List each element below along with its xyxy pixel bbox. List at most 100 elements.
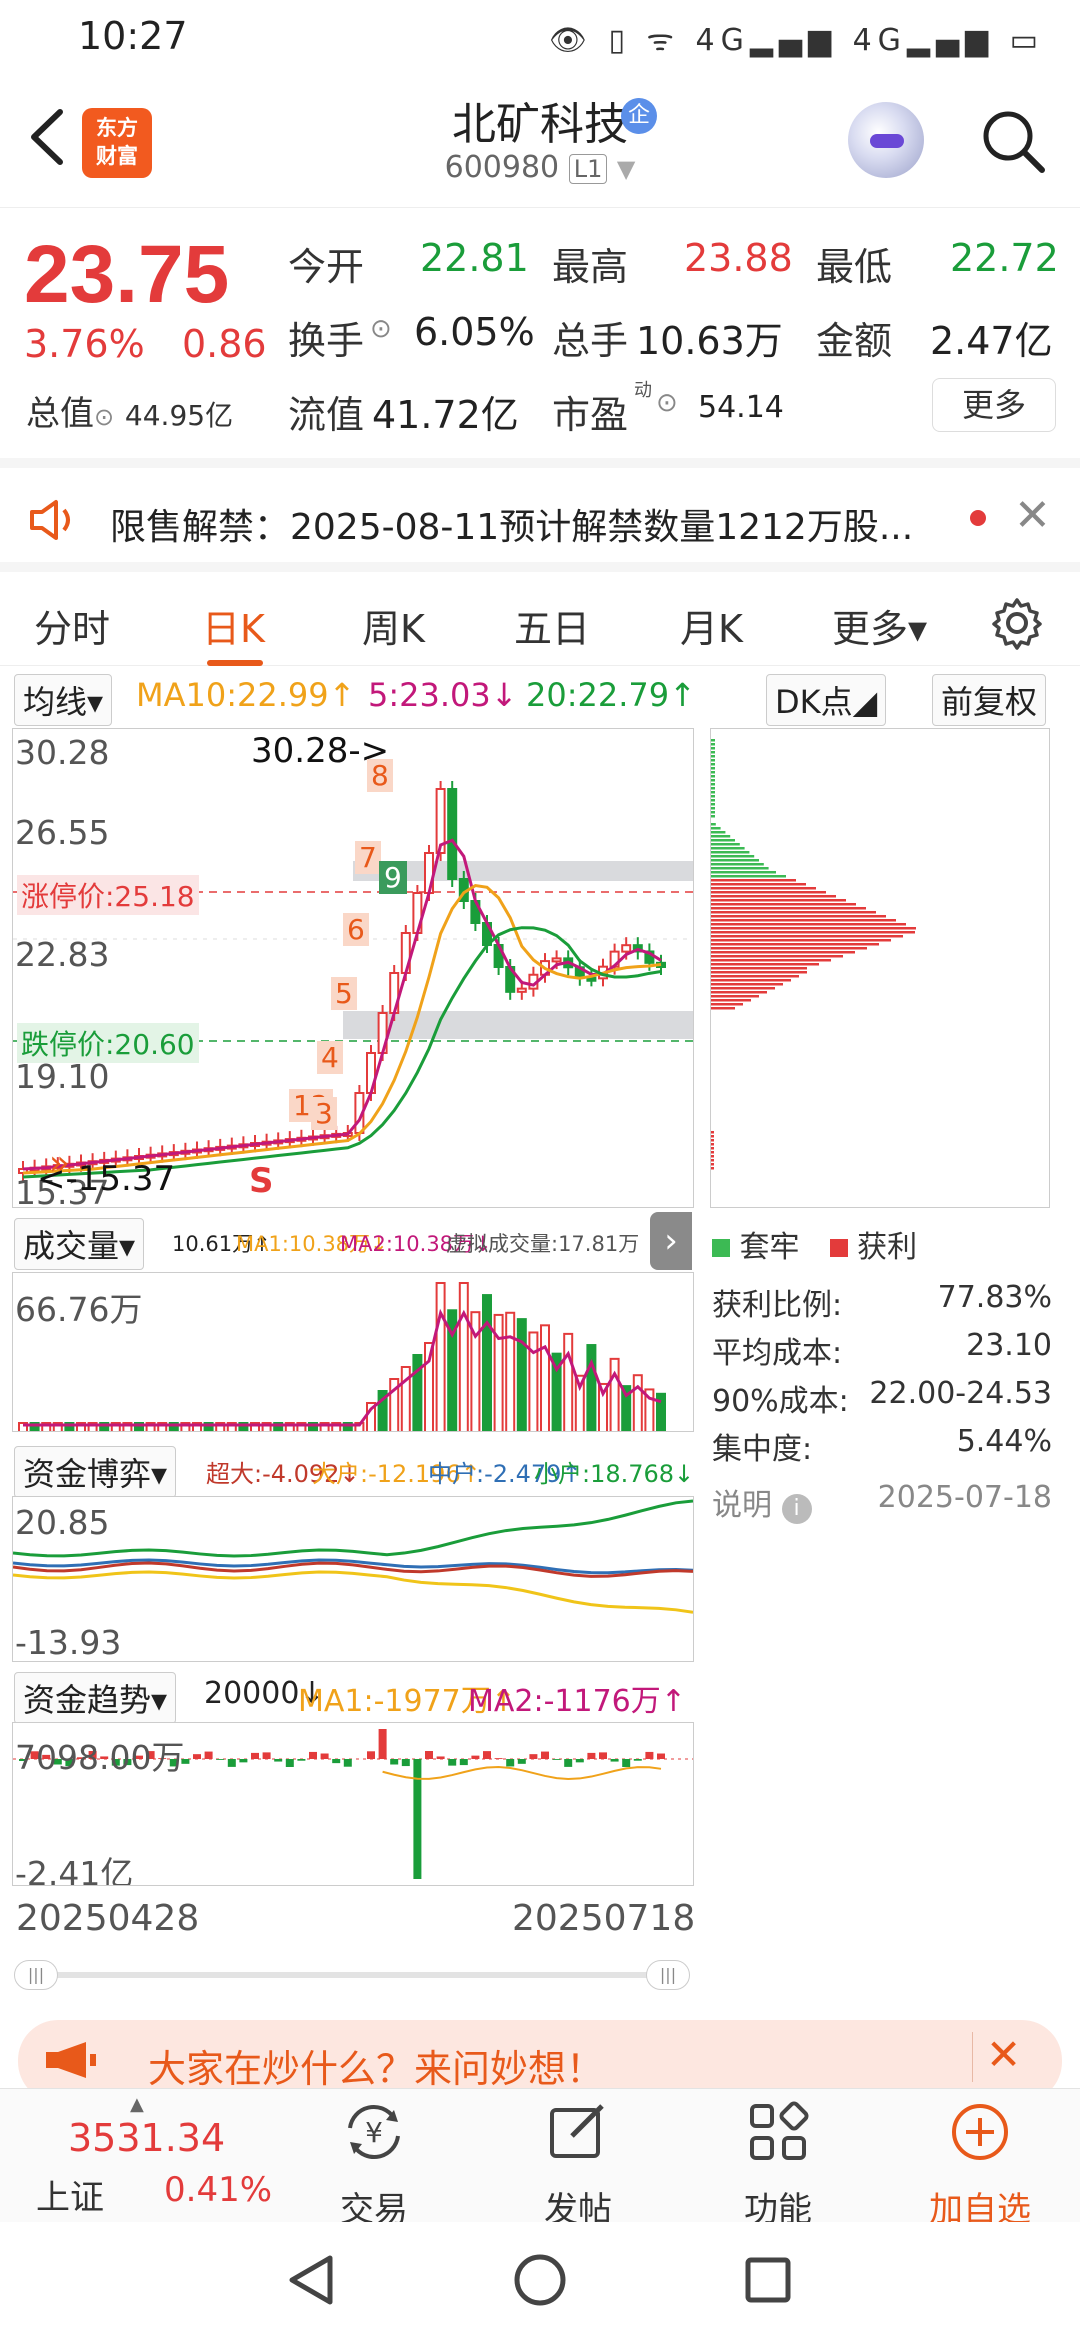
cost-90-value: 22.00-24.53 — [869, 1376, 1052, 1411]
chip-bar — [711, 803, 715, 806]
trend-ma2: MA2:-1176万↑ — [468, 1684, 686, 1719]
volume-bar — [540, 1324, 550, 1431]
ma-selector[interactable]: 均线▾ — [14, 674, 113, 726]
trend-bar — [309, 1751, 317, 1759]
close-icon[interactable]: ✕ — [986, 2030, 1021, 2079]
candle-body — [551, 957, 562, 963]
grid-apps-icon[interactable] — [744, 2098, 812, 2166]
trend-bar — [343, 1759, 352, 1767]
more-button[interactable]: 更多 — [932, 378, 1056, 432]
info-icon[interactable]: ⊙ — [656, 388, 678, 418]
adjust-selector[interactable]: 前复权 — [932, 674, 1047, 726]
tab-monthly-k[interactable]: 月K — [680, 598, 743, 653]
search-icon[interactable] — [978, 106, 1048, 176]
megaphone-icon — [46, 2042, 96, 2078]
fast-forward-icon[interactable]: » — [49, 1143, 70, 1183]
volume-value: 10.63万 — [636, 319, 783, 363]
scroll-handle-left[interactable]: ||| — [14, 1960, 58, 1990]
volume-bar — [586, 1344, 597, 1431]
chip-bar — [711, 835, 731, 838]
tab-intraday[interactable]: 分时 — [34, 598, 110, 653]
volume-label: 总手 — [552, 319, 629, 363]
pe-dynamic-mark: 动 — [634, 380, 652, 401]
scroll-track — [34, 1972, 674, 1978]
chip-bar — [711, 923, 906, 926]
chip-canvas — [711, 739, 916, 1170]
capital-game-chart[interactable]: 20.85 -13.93 — [12, 1496, 694, 1662]
add-watchlist-icon[interactable] — [946, 2098, 1014, 2166]
caret-up-icon: ▲ — [130, 2094, 144, 2115]
compose-icon[interactable] — [544, 2098, 612, 2166]
scroll-handle-right[interactable]: ||| — [646, 1960, 690, 1990]
index-name[interactable]: 上证 — [36, 2170, 104, 2219]
notice-bar[interactable]: 限售解禁：2025-08-11预计解禁数量1212万股... ✕ — [0, 458, 1080, 564]
info-icon[interactable]: ⊙ — [94, 403, 114, 431]
capital-trend-selector[interactable]: 资金趋势▾ — [14, 1672, 177, 1724]
info-icon[interactable]: ⊙ — [370, 314, 392, 344]
trend-bar — [401, 1759, 410, 1767]
index-value[interactable]: 3531.34 — [68, 2116, 225, 2160]
trend-bar — [483, 1751, 491, 1759]
kline-chart[interactable]: 30.28 26.55 22.83 19.10 15.37 30.28-> <-… — [12, 728, 694, 1208]
low-label: 最低 — [816, 245, 893, 289]
chip-bar — [711, 855, 755, 858]
back-triangle-icon[interactable] — [282, 2250, 342, 2310]
chip-bar — [711, 975, 799, 978]
chip-bar — [711, 791, 715, 794]
dk-point-selector[interactable]: DK点◢ — [766, 674, 887, 726]
chip-note[interactable]: 说明 i — [712, 1480, 812, 1524]
chip-bar — [711, 955, 843, 958]
chip-bar — [711, 879, 796, 882]
high-value: 23.88 — [684, 236, 793, 280]
trend-bar — [274, 1759, 283, 1762]
chip-bar — [711, 887, 816, 890]
chip-bar — [711, 995, 759, 998]
trend-bar — [494, 1758, 503, 1759]
yen-exchange-icon[interactable]: ¥ — [340, 2098, 408, 2166]
index-change[interactable]: 0.41% — [164, 2170, 272, 2210]
float-cap-label: 流值 — [288, 393, 365, 437]
active-tab-indicator — [207, 660, 263, 666]
chip-bar — [711, 1159, 714, 1162]
chip-bar — [711, 863, 764, 866]
home-circle-icon[interactable] — [510, 2250, 570, 2310]
chip-bar — [711, 967, 807, 970]
chip-bar — [711, 1131, 714, 1134]
chip-bar — [711, 771, 715, 774]
capital-game-selector[interactable]: 资金博弈▾ — [14, 1446, 177, 1498]
chip-bar — [711, 903, 856, 906]
recents-square-icon[interactable] — [738, 2250, 798, 2310]
avg-cost-label: 平均成本: — [712, 1336, 843, 1371]
chip-bar — [711, 867, 769, 870]
close-icon[interactable]: ✕ — [1014, 490, 1051, 541]
capital-trend-chart[interactable]: 7098.00万 -2.41亿 — [12, 1722, 694, 1886]
tab-more[interactable]: 更多▾ — [832, 598, 927, 653]
amount-value: 2.47亿 — [930, 319, 1053, 363]
chip-bar — [711, 1167, 714, 1170]
speaker-icon — [30, 500, 70, 540]
info-icon: i — [781, 1494, 812, 1524]
capital-game-max: 20.85 — [15, 1503, 110, 1542]
chip-bar — [711, 911, 876, 914]
tab-five-day[interactable]: 五日 — [514, 598, 590, 653]
chip-distribution[interactable] — [710, 728, 1050, 1208]
chevron-right-icon[interactable]: › — [650, 1212, 692, 1270]
limit-down-label: 跌停价:20.60 — [17, 1023, 199, 1063]
tab-daily-k[interactable]: 日K — [202, 598, 265, 653]
range-scrollbar[interactable]: ||| ||| — [14, 1960, 690, 1990]
chip-bar — [711, 823, 716, 826]
gear-icon[interactable] — [990, 596, 1044, 650]
chip-bar — [711, 743, 715, 746]
volume-selector[interactable]: 成交量▾ — [14, 1218, 145, 1270]
trend-bar — [552, 1759, 561, 1760]
tab-weekly-k[interactable]: 周K — [362, 598, 425, 653]
chip-bar — [711, 987, 775, 990]
chip-bar — [711, 927, 916, 930]
volume-chart[interactable]: 66.76万 — [12, 1272, 694, 1432]
trend-bar — [645, 1751, 654, 1759]
trend-min: -2.41亿 — [15, 1854, 134, 1886]
chip-bar — [711, 815, 715, 818]
chip-bar — [711, 775, 715, 778]
profit-swatch — [829, 1239, 848, 1257]
chip-bar — [711, 999, 751, 1002]
